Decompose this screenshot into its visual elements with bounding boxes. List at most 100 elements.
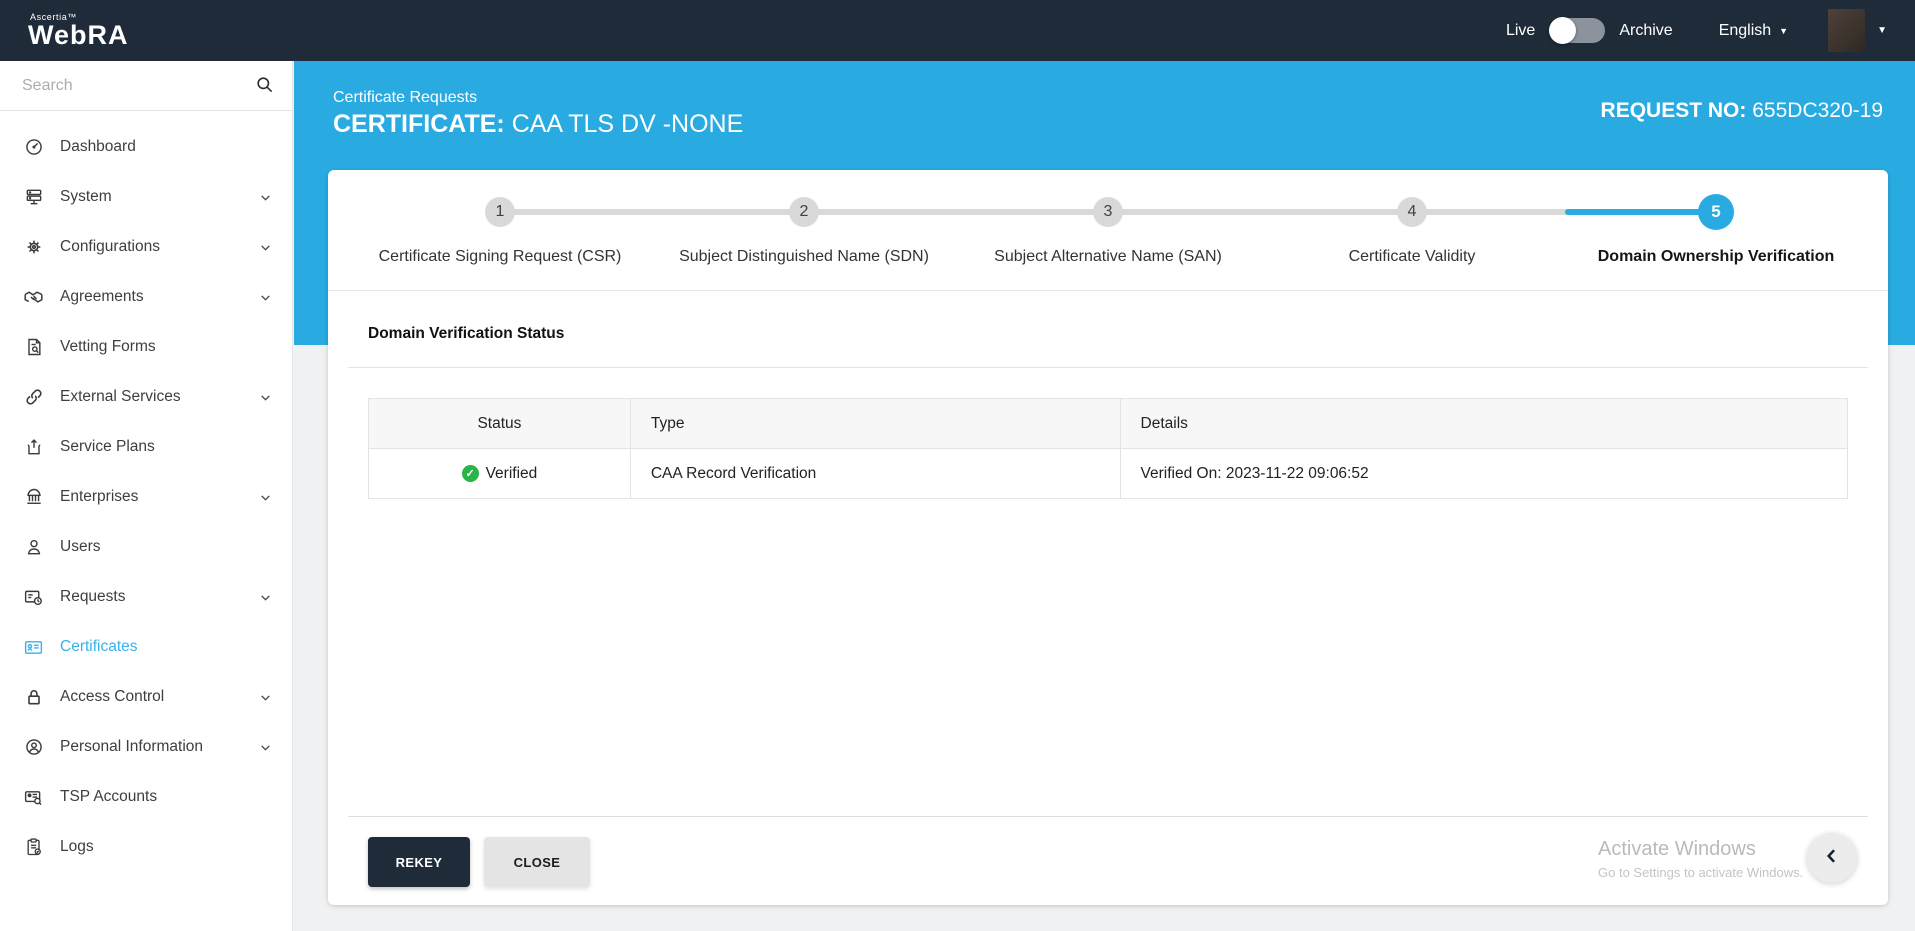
request-number-label: REQUEST NO: — [1601, 99, 1747, 122]
sidebar-item-dashboard[interactable]: Dashboard — [0, 122, 292, 172]
breadcrumb: Certificate Requests — [333, 89, 743, 107]
chevron-down-icon: ▼ — [1877, 25, 1887, 36]
sidebar-item-label: Personal Information — [60, 738, 203, 756]
sidebar-item-label: TSP Accounts — [60, 788, 157, 806]
chevron-down-icon — [259, 691, 272, 704]
verification-table: Status Type Details ✓ Verified CAA Recor… — [368, 398, 1848, 499]
col-header-type: Type — [630, 399, 1120, 449]
brand-product: WebRA — [28, 20, 129, 50]
lock-icon — [22, 687, 45, 707]
rekey-button[interactable]: REKEY — [368, 837, 470, 887]
live-archive-toggle[interactable] — [1549, 18, 1605, 43]
person-circle-icon — [22, 737, 45, 757]
step-4-label: Certificate Validity — [1242, 248, 1582, 266]
certificate-card-icon — [22, 637, 45, 658]
webra-app: Ascertia™ WebRA Live Archive English ▼ ▼ — [0, 0, 1915, 931]
sidebar-item-vetting-forms[interactable]: Vetting Forms — [0, 322, 292, 372]
sidebar-item-certificates[interactable]: Certificates — [0, 622, 292, 672]
step-5-label: Domain Ownership Verification — [1546, 248, 1886, 266]
sidebar-item-service-plans[interactable]: Service Plans — [0, 422, 292, 472]
step-2-circle[interactable]: 2 — [789, 197, 819, 227]
chevron-down-icon — [259, 391, 272, 404]
archive-label: Archive — [1619, 22, 1672, 40]
sidebar-item-label: Logs — [60, 838, 94, 856]
brand-logo[interactable]: Ascertia™ WebRA — [28, 13, 129, 49]
col-header-details: Details — [1120, 399, 1847, 449]
chevron-down-icon — [259, 491, 272, 504]
language-label: English — [1719, 22, 1771, 40]
table-header-row: Status Type Details — [369, 399, 1848, 449]
sidebar-item-external-services[interactable]: External Services — [0, 372, 292, 422]
card-search-icon — [22, 787, 45, 808]
sidebar-item-label: Configurations — [60, 238, 160, 256]
close-button[interactable]: CLOSE — [484, 837, 590, 887]
request-number-value: 655DC320-19 — [1752, 99, 1883, 122]
user-icon — [22, 537, 45, 557]
box-upload-icon — [22, 437, 45, 457]
chevron-down-icon — [259, 591, 272, 604]
sidebar-item-enterprises[interactable]: Enterprises — [0, 472, 292, 522]
sidebar-item-label: Users — [60, 538, 100, 556]
gear-icon — [22, 237, 45, 257]
sidebar-item-label: Agreements — [60, 288, 144, 306]
card-clock-icon — [22, 587, 45, 608]
search-input[interactable] — [0, 61, 292, 110]
sidebar-item-agreements[interactable]: Agreements — [0, 272, 292, 322]
sidebar-item-label: Enterprises — [60, 488, 138, 506]
chevron-down-icon — [259, 241, 272, 254]
language-dropdown[interactable]: English ▼ — [1719, 22, 1788, 40]
handshake-icon — [22, 287, 45, 308]
sidebar-item-access-control[interactable]: Access Control — [0, 672, 292, 722]
chevron-down-icon — [259, 741, 272, 754]
content-card: 1 2 3 4 5 Certificate Signing Request (C… — [328, 170, 1888, 905]
sidebar-item-label: Access Control — [60, 688, 164, 706]
live-label: Live — [1506, 22, 1535, 40]
section-title: Domain Verification Status — [368, 325, 564, 343]
wizard-stepper: 1 2 3 4 5 Certificate Signing Request (C… — [328, 170, 1888, 291]
sidebar-item-requests[interactable]: Requests — [0, 572, 292, 622]
sidebar-item-label: Requests — [60, 588, 125, 606]
step-3-circle[interactable]: 3 — [1093, 197, 1123, 227]
sidebar-item-label: External Services — [60, 388, 181, 406]
avatar — [1828, 9, 1865, 52]
sidebar-item-personal-information[interactable]: Personal Information — [0, 722, 292, 772]
toggle-knob — [1549, 17, 1576, 44]
search-icon[interactable] — [255, 75, 274, 99]
type-cell: CAA Record Verification — [630, 449, 1120, 499]
sidebar-item-configurations[interactable]: Configurations — [0, 222, 292, 272]
sidebar-nav: Dashboard System Configurations Agreemen… — [0, 111, 292, 872]
step-1-circle[interactable]: 1 — [485, 197, 515, 227]
clipboard-icon — [22, 837, 45, 857]
divider — [348, 816, 1868, 817]
user-menu[interactable]: ▼ — [1828, 9, 1887, 52]
sidebar-item-system[interactable]: System — [0, 172, 292, 222]
sidebar-item-logs[interactable]: Logs — [0, 822, 292, 872]
top-navbar: Ascertia™ WebRA Live Archive English ▼ ▼ — [0, 0, 1915, 61]
sidebar: Dashboard System Configurations Agreemen… — [0, 61, 293, 931]
chevron-left-icon — [1822, 846, 1842, 871]
step-5-circle[interactable]: 5 — [1698, 194, 1734, 230]
status-badge: ✓ Verified — [389, 465, 610, 483]
sidebar-item-label: Certificates — [60, 638, 138, 656]
chevron-down-icon — [259, 191, 272, 204]
sidebar-item-users[interactable]: Users — [0, 522, 292, 572]
col-header-status: Status — [369, 399, 631, 449]
step-4-circle[interactable]: 4 — [1397, 197, 1427, 227]
server-icon — [22, 187, 45, 207]
link-icon — [22, 387, 45, 407]
bank-icon — [22, 487, 45, 507]
collapse-panel-button[interactable] — [1807, 833, 1857, 883]
sidebar-item-tsp-accounts[interactable]: TSP Accounts — [0, 772, 292, 822]
page-title-value: CAA TLS DV -NONE — [512, 110, 744, 138]
document-check-icon — [22, 337, 45, 357]
chevron-down-icon: ▼ — [1779, 26, 1788, 36]
sidebar-item-label: System — [60, 188, 112, 206]
details-cell: Verified On: 2023-11-22 09:06:52 — [1120, 449, 1847, 499]
status-text: Verified — [486, 465, 538, 483]
check-circle-icon: ✓ — [462, 465, 479, 482]
chevron-down-icon — [259, 291, 272, 304]
sidebar-item-label: Service Plans — [60, 438, 155, 456]
step-3-label: Subject Alternative Name (SAN) — [938, 248, 1278, 266]
sidebar-item-label: Vetting Forms — [60, 338, 156, 356]
stepper-track-progress — [1565, 209, 1720, 215]
